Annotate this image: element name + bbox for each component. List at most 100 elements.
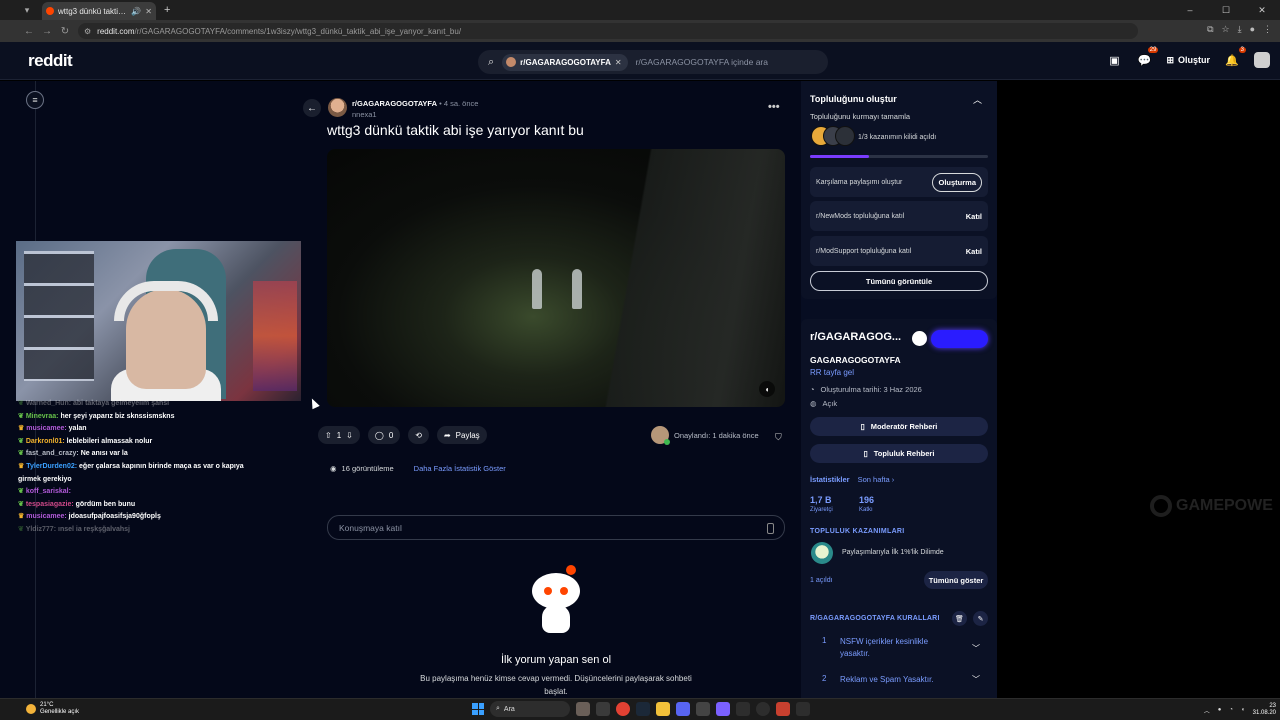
- app-icon[interactable]: [696, 702, 710, 716]
- extension-icon[interactable]: ⧉: [1207, 24, 1213, 35]
- contrib-value: 196: [859, 495, 875, 505]
- task-join-modsupport[interactable]: r/ModSupport topluluğuna katıl Katıl: [810, 236, 988, 266]
- chat-icon[interactable]: 💬 29: [1136, 47, 1159, 68]
- chat-badge-icon: ❦: [18, 437, 26, 445]
- taskbar-search[interactable]: ⌕ Ara: [490, 701, 570, 717]
- folder-icon[interactable]: [656, 702, 670, 716]
- site-info-icon[interactable]: ⚙: [84, 27, 91, 36]
- trophy-icon: [835, 126, 855, 146]
- url-field[interactable]: ⚙ reddit.com/r/GAGARAGOGOTAYFA/comments/…: [78, 23, 1138, 39]
- back-button[interactable]: ←: [303, 99, 321, 117]
- close-tab-icon[interactable]: ✕: [145, 7, 152, 16]
- windows-start-icon[interactable]: [472, 703, 484, 715]
- profile-icon[interactable]: ●: [1250, 24, 1255, 35]
- star-icon[interactable]: ☆: [1222, 24, 1230, 35]
- community-guide-button[interactable]: ▯ Topluluk Rehberi: [810, 444, 988, 463]
- tray-app-icon[interactable]: ●: [1218, 707, 1222, 713]
- app-icon[interactable]: [716, 702, 730, 716]
- reload-icon[interactable]: ↻: [56, 26, 74, 37]
- moderator-guide-button[interactable]: ▯ Moderatör Rehberi: [810, 417, 988, 436]
- search-icon: ⌕: [496, 705, 500, 712]
- tab-list-icon[interactable]: ▾: [20, 3, 34, 17]
- trash-icon[interactable]: 🗑: [952, 611, 967, 626]
- search-input[interactable]: ⌕ r/GAGARAGOGOTAYFA ✕ r/GAGARAGOGOTAYFA …: [478, 50, 828, 74]
- search-icon: ⌕: [488, 55, 495, 68]
- download-icon[interactable]: ⤓: [1238, 24, 1242, 35]
- task-join-newmods[interactable]: r/NewMods topluluğuna katıl Katıl: [810, 201, 988, 231]
- rule-text: NSFW içerikler kesinlikle yasaktır.: [840, 637, 929, 658]
- chat-username: musicamee:: [26, 425, 67, 433]
- advertise-icon[interactable]: ▣: [1106, 52, 1122, 68]
- more-options-icon[interactable]: •••: [768, 101, 780, 113]
- chevron-down-icon[interactable]: ﹀: [972, 674, 980, 685]
- browser-tab[interactable]: wttg3 dünkü taktik abi işe y 🔊 ✕: [42, 2, 156, 20]
- app-icon[interactable]: [776, 702, 790, 716]
- subreddit-avatar[interactable]: [328, 98, 347, 117]
- edit-icon[interactable]: ✎: [973, 611, 988, 626]
- chat-text: yalan: [68, 425, 87, 433]
- volume-icon[interactable]: ◖: [759, 381, 775, 397]
- chrome-icon[interactable]: [616, 702, 630, 716]
- new-tab-icon[interactable]: +: [164, 4, 170, 16]
- user-avatar[interactable]: [1254, 52, 1270, 68]
- chat-username: Warned_Hun:: [25, 400, 72, 407]
- clear-scope-icon[interactable]: ✕: [615, 58, 622, 67]
- minimize-icon[interactable]: –: [1172, 0, 1208, 20]
- chat-text: jdoasufpajfoasifsja90ğfopİş: [68, 513, 161, 521]
- rule-item[interactable]: 1 NSFW içerikler kesinlikle yasaktır. ﹀: [822, 636, 980, 660]
- share-button[interactable]: ➦ Paylaş: [436, 426, 487, 444]
- post-author[interactable]: nnexa1: [352, 110, 478, 119]
- app-widget-icon[interactable]: [576, 702, 590, 716]
- chat-badge-icon: ❦: [18, 412, 26, 420]
- menu-icon[interactable]: ≡: [26, 91, 44, 109]
- subreddit-avatar: [506, 57, 517, 67]
- notifications-icon[interactable]: 🔔 3: [1224, 47, 1246, 68]
- wifi-icon[interactable]: ◔: [1229, 707, 1233, 713]
- page-margin-right: [997, 81, 1280, 698]
- comments-button[interactable]: ◯ 0: [367, 426, 401, 444]
- crosspost-button[interactable]: ⟲: [408, 426, 429, 444]
- post-subreddit[interactable]: r/GAGARAGOGOTAYFA: [352, 99, 437, 108]
- search-scope-chip[interactable]: r/GAGARAGOGOTAYFA ✕: [502, 53, 628, 71]
- maximize-icon[interactable]: ☐: [1208, 0, 1244, 20]
- speaker-icon[interactable]: 🔊: [131, 7, 141, 16]
- clock[interactable]: 23 31.08.20: [1253, 703, 1276, 717]
- tray-chevron-icon[interactable]: ︿: [1204, 706, 1210, 715]
- achievement-text: Paylaşımlarıyla İlk 1%'lik Dilimde: [842, 549, 944, 556]
- video-player[interactable]: ◖: [327, 149, 785, 407]
- join-community-button[interactable]: [931, 330, 988, 348]
- stats-period[interactable]: Son hafta ›: [858, 475, 895, 484]
- app-icon[interactable]: [736, 702, 750, 716]
- join-button[interactable]: Katıl: [966, 212, 982, 221]
- share-label: Paylaş: [455, 430, 480, 440]
- chevron-down-icon[interactable]: ﹀: [972, 643, 980, 654]
- app-icon[interactable]: [756, 702, 770, 716]
- volume-icon[interactable]: ◖: [1241, 707, 1245, 713]
- collapse-chevron-icon[interactable]: ︿: [973, 93, 982, 106]
- create-button[interactable]: ⊞ Oluştur: [1166, 55, 1210, 66]
- build-title: Topluluğunu oluştur: [810, 94, 897, 104]
- back-icon[interactable]: ←: [20, 26, 38, 37]
- browser-menu-icon[interactable]: ⋮: [1263, 24, 1272, 35]
- show-all-button[interactable]: Tümünü göster: [924, 571, 988, 589]
- view-all-button[interactable]: Tümünü görüntüle: [810, 271, 988, 291]
- reddit-logo[interactable]: reddit: [28, 51, 73, 71]
- upvote-icon[interactable]: ⇧: [325, 431, 332, 440]
- steam-icon[interactable]: [636, 702, 650, 716]
- app-icon[interactable]: [796, 702, 810, 716]
- task-welcome-post[interactable]: Karşılama paylaşımı oluştur Oluşturma: [810, 167, 988, 197]
- mod-shield-icon[interactable]: ⛉: [775, 432, 782, 443]
- join-button[interactable]: Katıl: [966, 247, 982, 256]
- rule-item[interactable]: 2 Reklam ve Spam Yasaktır. ﹀: [822, 674, 980, 686]
- downvote-icon[interactable]: ⇩: [346, 431, 353, 440]
- close-window-icon[interactable]: ✕: [1244, 0, 1280, 20]
- community-short-name[interactable]: r/GAGARAGOG...: [810, 331, 901, 343]
- comment-input[interactable]: Konuşmaya katıl: [327, 515, 785, 540]
- weather-widget[interactable]: 21°C Genellikle açık: [26, 702, 79, 716]
- task-action-button[interactable]: Oluşturma: [932, 172, 982, 192]
- task-view-icon[interactable]: [596, 702, 610, 716]
- forward-icon[interactable]: →: [38, 26, 56, 37]
- more-stats-link[interactable]: Daha Fazla İstatistik Göster: [414, 464, 506, 473]
- post-time: 4 sa. önce: [443, 99, 479, 108]
- discord-icon[interactable]: [676, 702, 690, 716]
